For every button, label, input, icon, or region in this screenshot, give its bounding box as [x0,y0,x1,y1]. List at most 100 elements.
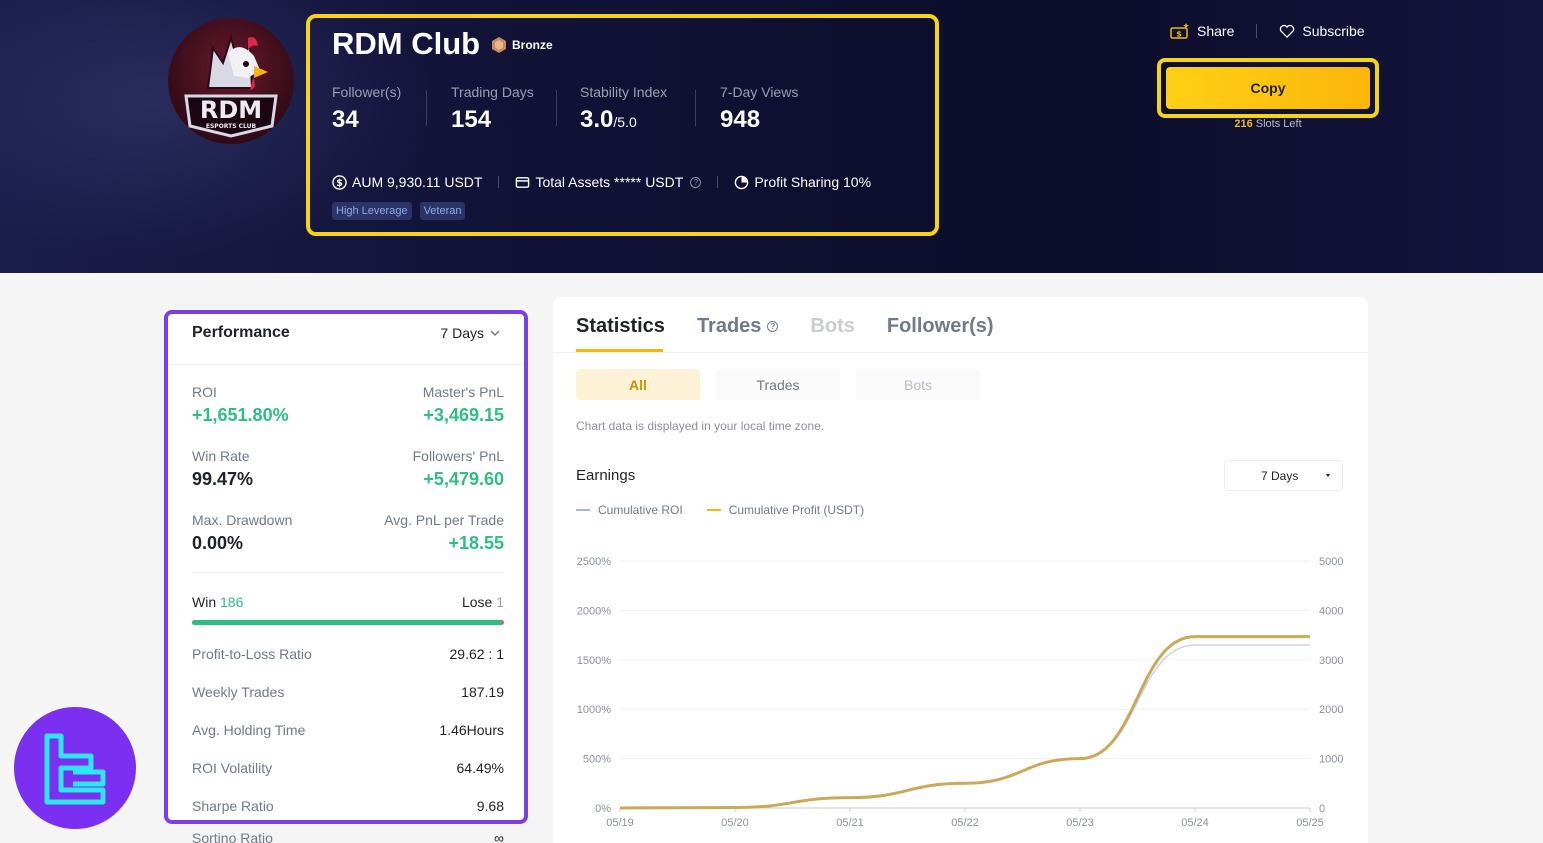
win-count: Win 186 [192,594,244,610]
share-label: Share [1197,23,1235,39]
y-right-tick-label: 4000 [1319,605,1343,617]
x-tick-label: 05/23 [1066,817,1094,829]
slots-left: 216 Slots Left [1234,118,1302,130]
stat-divider [695,90,696,126]
subtab-bots[interactable]: Bots [856,369,980,400]
wallet-icon [516,176,530,188]
tag-veteran: Veteran [419,202,466,220]
metric-win-rate: Win Rate 99.47% [192,448,254,489]
profit-sharing-info: Profit Sharing 10% [734,174,871,190]
bronze-medal-icon [492,37,506,53]
y-right-tick-label: 3000 [1319,655,1343,667]
series-line-cumulative-profit [619,635,1310,810]
timezone-note: Chart data is displayed in your local ti… [576,419,825,433]
stat-value: 34 [332,106,359,133]
metric-roi: ROI +1,651.80% [192,384,289,425]
tier-badge: Bronze [490,36,553,54]
x-tick-label: 05/22 [951,817,979,829]
y-left-tick-label: 1500% [577,655,611,667]
subscribe-label: Subscribe [1302,23,1365,39]
share-button[interactable]: $ Share [1170,22,1234,40]
y-right-tick-label: 0 [1319,803,1325,815]
stat-divider [556,90,557,126]
y-left-tick-label: 2500% [577,556,611,568]
help-icon[interactable]: ? [690,176,702,188]
copy-highlight-box: Copy [1157,58,1379,118]
stat-value: 948 [720,106,761,133]
lose-count: Lose 1 [461,594,504,610]
asset-info-row: $ AUM 9,930.11 USDT Total Assets ***** U… [332,174,871,190]
share-gift-icon: $ [1170,23,1189,39]
tier-badge-label: Bronze [512,38,553,52]
win-bar-fill [192,620,503,625]
dollar-circle-icon: $ [332,174,347,190]
stat-label: Stability Index [580,84,668,100]
x-tick-label: 05/20 [721,817,749,829]
metric-avg-pnl-per-trade: Avg. PnL per Trade +18.55 [384,512,504,553]
svg-text:$: $ [336,177,343,188]
y-left-tick-label: 500% [583,754,611,766]
win-lose-summary: Win 186 Lose 1 [192,594,504,610]
stat-divider [426,90,427,126]
tab-trades[interactable]: Trades ? [697,315,779,338]
stat-label: 7-Day Views [720,84,799,100]
earnings-chart: 0% 500% 1000% 1500% 2000% 2500% 0 1000 2000 3000 4… [577,556,1344,829]
trader-name: RDM Club [332,26,481,61]
trader-avatar: RDM ESPORTS CLUB [168,18,294,144]
metric-max-drawdown: Max. Drawdown 0.00% [192,512,293,553]
help-icon[interactable]: ? [767,321,779,332]
detail-sortino-ratio: Sortino Ratio ∞ [192,830,504,843]
total-assets-info: Total Assets ***** USDT ? [515,174,702,190]
earnings-range-select[interactable]: 7 Days [1224,460,1343,491]
y-right-tick-label: 5000 [1319,556,1343,568]
tab-bots[interactable]: Bots [810,315,854,338]
statistics-panel: Statistics Trades ? Bots Follower(s) All… [553,297,1368,843]
svg-text:ESPORTS CLUB: ESPORTS CLUB [206,123,257,130]
tag-high-leverage: High Leverage [332,202,412,220]
copy-button[interactable]: Copy [1166,67,1370,109]
subscribe-button[interactable]: Subscribe [1279,23,1365,39]
tab-statistics[interactable]: Statistics [576,315,665,338]
x-tick-label: 05/25 [1296,817,1324,829]
tradingfinder-logo-icon [44,733,106,805]
legend-roi[interactable]: Cumulative ROI [576,503,683,517]
stat-stability-index: Stability Index 3.0/5.0 [580,84,667,134]
y-right-tick-label: 2000 [1319,704,1343,716]
subtab-trades[interactable]: Trades [716,369,840,400]
profile-summary-box: RDM Club Bronze Follower(s) 34 Trading D… [306,14,939,236]
x-tick-label: 05/24 [1181,817,1209,829]
metric-master-pnl: Master's PnL +3,469.15 [422,384,504,425]
y-left-tick-label: 2000% [577,605,611,617]
heart-icon [1280,24,1295,38]
stat-value: 3.0/5.0 [580,106,637,133]
performance-range-select[interactable]: 7 Days [440,325,500,341]
stat-trading-days: Trading Days 154 [451,84,534,134]
y-right-tick-label: 1000 [1319,754,1343,766]
detail-weekly-trades: Weekly Trades 187.19 [192,684,504,700]
pie-chart-icon [735,175,749,189]
x-tick-label: 05/19 [606,817,634,829]
watermark-logo [14,707,136,829]
stat-label: Trading Days [451,84,534,100]
rooster-logo-icon: RDM ESPORTS CLUB [184,34,278,138]
y-left-tick-label: 0% [595,803,611,815]
trader-tags: High Leverage Veteran [332,202,466,220]
x-tick-label: 05/21 [836,817,864,829]
performance-panel: Performance 7 Days ROI +1,651.80% Master… [164,310,528,824]
legend-profit[interactable]: Cumulative Profit (USDT) [706,503,864,517]
metric-followers-pnl: Followers' PnL +5,479.60 [412,448,504,489]
sub-tabs: All Trades Bots [576,369,980,400]
detail-avg-holding-time: Avg. Holding Time 1.46Hours [192,722,504,738]
tab-followers[interactable]: Follower(s) [887,315,994,338]
svg-text:RDM: RDM [200,96,262,124]
earnings-title: Earnings [576,467,636,484]
y-left-tick-label: 1000% [577,704,611,716]
chart-legend: Cumulative ROI Cumulative Profit (USDT) [576,503,864,517]
subtab-all[interactable]: All [576,369,700,400]
stat-label: Follower(s) [332,84,402,100]
detail-profit-loss-ratio: Profit-to-Loss Ratio 29.62 : 1 [192,646,504,662]
stat-7day-views: 7-Day Views 948 [720,84,798,134]
header-actions: $ Share Subscribe [1170,22,1365,40]
profile-header: RDM ESPORTS CLUB RDM Club Bronze Followe… [0,0,1543,273]
caret-down-icon [1326,474,1330,477]
